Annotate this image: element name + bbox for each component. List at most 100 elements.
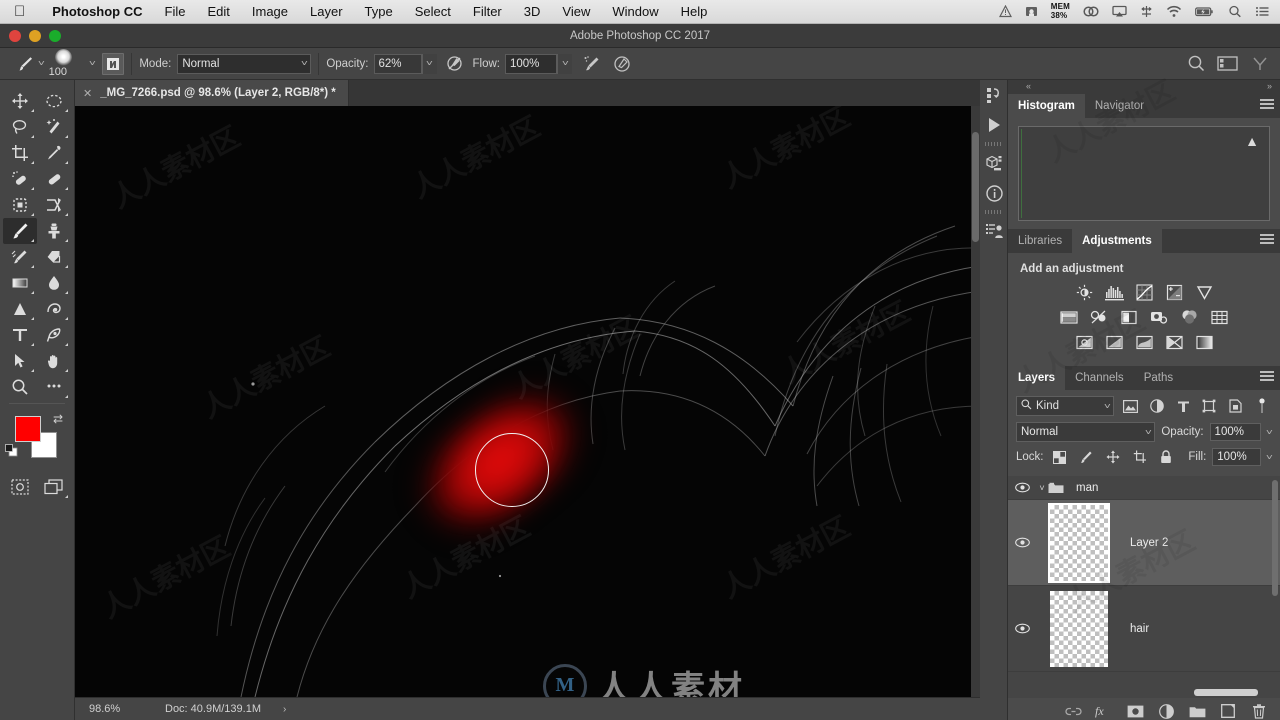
- layer-opacity-chevron-down-icon[interactable]: ˅: [1266, 428, 1273, 437]
- flow-input[interactable]: 100%: [504, 53, 557, 74]
- screen-mode-icon[interactable]: [37, 474, 71, 500]
- expand-panels-icon[interactable]: »: [1267, 81, 1272, 91]
- lasso-tool[interactable]: [3, 114, 37, 140]
- brush-tool[interactable]: [3, 218, 37, 244]
- menu-app-name[interactable]: Photoshop CC: [41, 4, 153, 19]
- quick-mask-mode-icon[interactable]: [3, 474, 37, 500]
- patch-tool[interactable]: [3, 192, 37, 218]
- layers-list[interactable]: ˅ man Layer 2 hair: [1008, 476, 1280, 698]
- gradient-map-icon[interactable]: [1194, 333, 1214, 351]
- tab-paths[interactable]: Paths: [1133, 366, 1184, 390]
- layer-filter-kind-select[interactable]: Kind ˅: [1016, 396, 1115, 416]
- tab-adjustments[interactable]: Adjustments: [1072, 229, 1162, 253]
- canvas-scrollbar-thumb[interactable]: [972, 132, 979, 242]
- menu-view[interactable]: View: [551, 4, 601, 19]
- warning-triangle-icon[interactable]: [998, 5, 1012, 18]
- zoom-level[interactable]: 98.6%: [75, 703, 155, 715]
- layer-blend-mode-select[interactable]: Normal ˅: [1016, 422, 1156, 442]
- blend-mode-chevron-down-icon[interactable]: ˅: [300, 59, 307, 68]
- brush-settings-panel-icon[interactable]: [102, 52, 125, 75]
- exposure-icon[interactable]: [1164, 283, 1184, 301]
- blur-tool[interactable]: [37, 270, 71, 296]
- add-layer-mask-icon[interactable]: [1126, 702, 1144, 720]
- clone-stamp-tool[interactable]: [37, 218, 71, 244]
- selective-color-icon[interactable]: [1164, 333, 1184, 351]
- dropbox-icon[interactable]: [1140, 5, 1153, 18]
- flow-chevron-down-icon[interactable]: ˅: [556, 53, 572, 74]
- lock-all-icon[interactable]: [1156, 448, 1177, 466]
- crop-tool[interactable]: [3, 140, 37, 166]
- lock-image-pixels-icon[interactable]: [1076, 448, 1097, 466]
- link-layers-icon[interactable]: [1064, 702, 1082, 720]
- horizontal-type-tool[interactable]: [3, 322, 37, 348]
- healing-brush-tool[interactable]: [37, 166, 71, 192]
- actions-play-icon[interactable]: [980, 110, 1008, 140]
- layer-blend-mode-chevron-down-icon[interactable]: ˅: [1145, 428, 1152, 437]
- rail-grip[interactable]: [984, 142, 1003, 146]
- layers-vertical-scrollbar[interactable]: [1272, 480, 1278, 596]
- hand-tool[interactable]: [37, 348, 71, 374]
- properties-icon[interactable]: [980, 216, 1008, 246]
- swap-colors-icon[interactable]: ⇄: [53, 412, 63, 426]
- brightness-contrast-icon[interactable]: [1074, 283, 1094, 301]
- brush-preset-picker[interactable]: ˅: [0, 54, 45, 74]
- history-icon[interactable]: [980, 80, 1008, 110]
- layer-visibility-eye-icon[interactable]: [1008, 537, 1036, 548]
- color-balance-icon[interactable]: [1089, 308, 1109, 326]
- airplay-icon[interactable]: [1112, 5, 1127, 18]
- magic-wand-tool[interactable]: [37, 114, 71, 140]
- color-lookup-icon[interactable]: [1209, 308, 1229, 326]
- menu-file[interactable]: File: [154, 4, 197, 19]
- layer-fill-chevron-down-icon[interactable]: ˅: [1266, 453, 1273, 462]
- elliptical-marquee-tool[interactable]: [37, 88, 71, 114]
- blend-mode-select[interactable]: Normal ˅: [177, 53, 312, 74]
- panel-menu-icon[interactable]: [1260, 371, 1274, 383]
- canvas-vertical-scrollbar[interactable]: [971, 106, 980, 697]
- posterize-icon[interactable]: [1104, 333, 1124, 351]
- pressure-controls-size-icon[interactable]: [610, 53, 634, 75]
- layer-visibility-eye-icon[interactable]: [1008, 482, 1036, 493]
- apple-icon[interactable]: : [14, 4, 25, 19]
- freeform-pen-tool[interactable]: [37, 322, 71, 348]
- airbrush-icon[interactable]: [580, 53, 604, 75]
- layers-horizontal-scrollbar[interactable]: [1194, 689, 1258, 696]
- menu-select[interactable]: Select: [404, 4, 462, 19]
- filter-shape-icon[interactable]: [1199, 397, 1219, 415]
- levels-icon[interactable]: [1104, 283, 1124, 301]
- zoom-tool[interactable]: [3, 374, 37, 400]
- history-brush-tool[interactable]: [3, 244, 37, 270]
- path-selection-tool[interactable]: [3, 348, 37, 374]
- layer-row[interactable]: hair: [1008, 586, 1280, 672]
- layer-row-group[interactable]: ˅ man: [1008, 476, 1280, 500]
- menu-window[interactable]: Window: [601, 4, 669, 19]
- menu-type[interactable]: Type: [354, 4, 404, 19]
- new-group-icon[interactable]: [1188, 702, 1206, 720]
- spotlight-search-icon[interactable]: [1228, 5, 1242, 18]
- 3d-icon[interactable]: [980, 148, 1008, 178]
- layer-filter-chevron-down-icon[interactable]: ˅: [1104, 402, 1111, 411]
- shuffle-tool[interactable]: [37, 192, 71, 218]
- filter-toggle-icon[interactable]: [1252, 397, 1272, 415]
- close-tab-icon[interactable]: ✕: [83, 87, 92, 100]
- eyedropper-tool[interactable]: [37, 140, 71, 166]
- new-layer-icon[interactable]: [1219, 702, 1237, 720]
- creative-cloud-icon[interactable]: [1083, 5, 1099, 18]
- document-tab[interactable]: ✕ _MG_7266.psd @ 98.6% (Layer 2, RGB/8*)…: [75, 80, 349, 106]
- black-white-icon[interactable]: [1119, 308, 1139, 326]
- menu-edit[interactable]: Edit: [196, 4, 240, 19]
- filter-smart-object-icon[interactable]: [1225, 397, 1245, 415]
- menu-filter[interactable]: Filter: [462, 4, 513, 19]
- tab-channels[interactable]: Channels: [1065, 366, 1134, 390]
- threshold-icon[interactable]: [1134, 333, 1154, 351]
- workspace-switcher-icon[interactable]: [1216, 53, 1240, 75]
- edit-toolbar-tool[interactable]: [37, 374, 71, 400]
- menu-layer[interactable]: Layer: [299, 4, 354, 19]
- search-icon[interactable]: [1184, 53, 1208, 75]
- panel-menu-icon[interactable]: [1260, 234, 1274, 246]
- pen-tool[interactable]: [37, 296, 71, 322]
- new-adjustment-layer-icon[interactable]: [1157, 702, 1175, 720]
- group-expand-chevron-down-icon[interactable]: ˅: [1036, 483, 1048, 493]
- uncached-data-warning-icon[interactable]: ▲: [1245, 133, 1259, 149]
- tab-layers[interactable]: Layers: [1008, 366, 1066, 390]
- wifi-icon[interactable]: [1166, 5, 1182, 18]
